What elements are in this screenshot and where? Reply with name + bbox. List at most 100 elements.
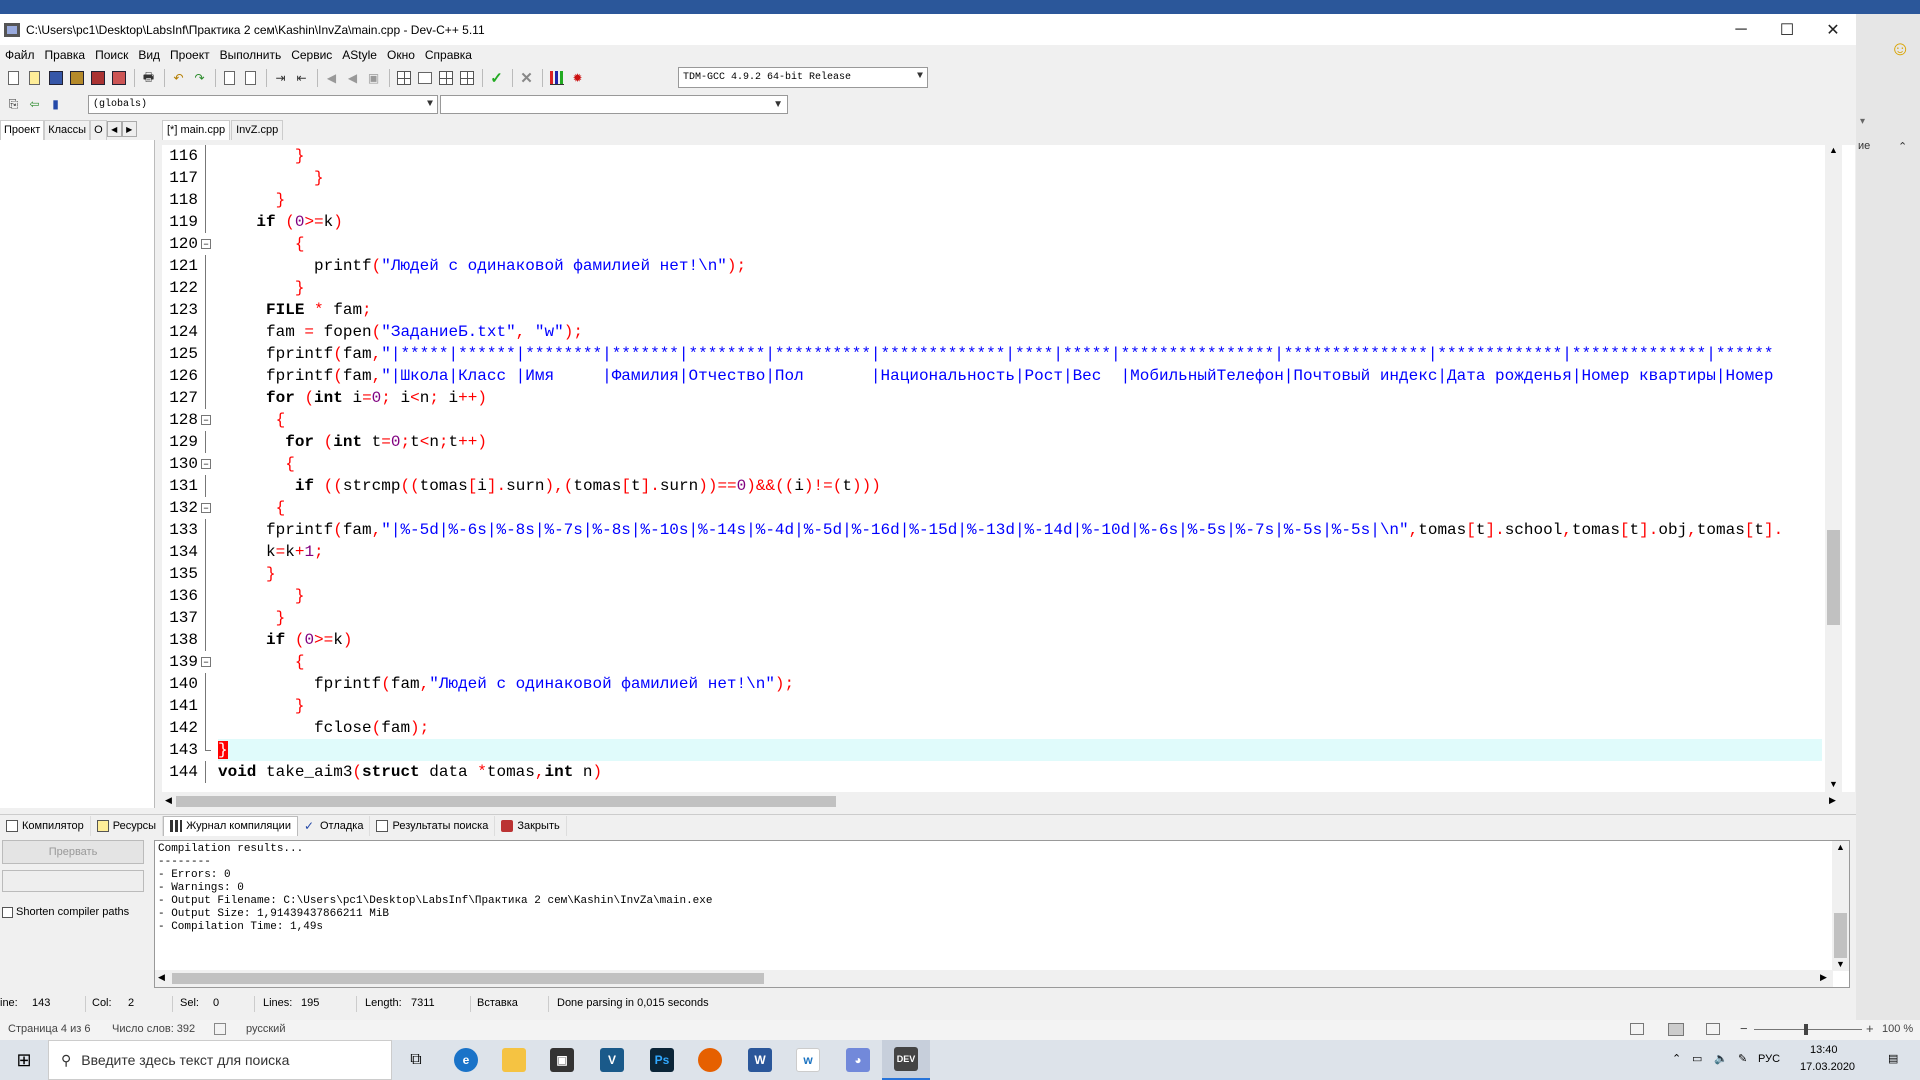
scroll-thumb[interactable]	[176, 796, 836, 807]
code-line[interactable]: fprintf(fam,"|Школа|Класс |Имя |Фамилия|…	[218, 365, 1773, 387]
redo-icon[interactable]: ↷	[190, 69, 209, 88]
zoom-slider[interactable]	[1754, 1029, 1862, 1030]
code-line[interactable]: printf("Людей с одинаковой фамилией нет!…	[218, 255, 746, 277]
menu-edit[interactable]: Правка	[40, 48, 91, 62]
smiley-icon[interactable]: ☺	[1890, 38, 1910, 61]
tab-close[interactable]: Закрыть	[495, 815, 567, 836]
menu-execute[interactable]: Выполнить	[215, 48, 287, 62]
log-horizontal-scrollbar[interactable]: ◀ ▶	[155, 970, 1833, 987]
close-all-icon[interactable]	[109, 69, 128, 88]
code-line[interactable]: {	[218, 453, 295, 475]
indent-icon[interactable]: ⇥	[271, 69, 290, 88]
zoom-level[interactable]: 100 %	[1882, 1023, 1913, 1035]
code-line[interactable]: {	[218, 233, 305, 255]
code-line[interactable]: }	[218, 167, 324, 189]
scroll-right-icon[interactable]: ▶	[1820, 972, 1827, 983]
zoom-slider-thumb[interactable]	[1804, 1024, 1808, 1035]
scroll-thumb[interactable]	[1827, 530, 1840, 625]
scroll-down-icon[interactable]: ▼	[1836, 959, 1845, 969]
scope-select[interactable]: (globals) ▼	[88, 95, 438, 114]
file-explorer-icon[interactable]	[490, 1040, 538, 1080]
tray-chevron-up-icon[interactable]: ⌃	[1672, 1052, 1681, 1065]
discord-icon[interactable]: ◕	[834, 1040, 882, 1080]
code-line[interactable]: fam = fopen("ЗаданиеБ.txt", "w");	[218, 321, 583, 343]
code-line[interactable]: if (0>=k)	[218, 629, 352, 651]
edge-browser-icon[interactable]: e	[442, 1040, 490, 1080]
clock-time[interactable]: 13:40	[1810, 1044, 1838, 1056]
shorten-paths-checkbox[interactable]: Shorten compiler paths	[2, 906, 129, 918]
tab-debug-bottom[interactable]: ✓ Отладка	[298, 815, 371, 836]
log-vertical-scrollbar[interactable]: ▲ ▼	[1832, 841, 1849, 971]
code-line[interactable]: }	[218, 145, 305, 167]
fold-toggle-icon[interactable]: −	[201, 415, 211, 425]
tab-invz-cpp[interactable]: InvZ.cpp	[231, 120, 284, 140]
code-line[interactable]: for (int t=0;t<n;t++)	[218, 431, 487, 453]
menu-tools[interactable]: Сервис	[286, 48, 337, 62]
code-line[interactable]: }	[218, 585, 305, 607]
save-all-icon[interactable]	[67, 69, 86, 88]
photoshop-icon[interactable]: Ps	[638, 1040, 686, 1080]
devcpp-taskbar-icon[interactable]: DEV	[882, 1040, 930, 1080]
code-line[interactable]: fprintf(fam,"Людей с одинаковой фамилией…	[218, 673, 794, 695]
volume-icon[interactable]: 🔈	[1714, 1052, 1728, 1065]
undo-icon[interactable]: ↶	[169, 69, 188, 88]
rebuild-icon[interactable]	[457, 69, 476, 88]
tab-compile-log[interactable]: Журнал компиляции	[163, 815, 298, 836]
forward-icon[interactable]: ◀	[343, 69, 362, 88]
tab-search-results[interactable]: Результаты поиска	[370, 815, 496, 836]
fold-toggle-icon[interactable]: −	[201, 657, 211, 667]
insert-icon[interactable]: ⎘	[4, 95, 23, 114]
editor-horizontal-scrollbar[interactable]: ◀ ▶	[162, 793, 1842, 810]
pen-icon[interactable]: ✎	[1738, 1052, 1747, 1065]
proofing-icon[interactable]	[214, 1023, 226, 1035]
compile-icon[interactable]	[394, 69, 413, 88]
fold-toggle-icon[interactable]: −	[201, 503, 211, 513]
menu-project[interactable]: Проект	[165, 48, 215, 62]
scroll-thumb[interactable]	[1834, 913, 1847, 958]
menu-help[interactable]: Справка	[420, 48, 477, 62]
collapse-ribbon-icon[interactable]: ⌃	[1898, 140, 1907, 153]
menu-search[interactable]: Поиск	[90, 48, 133, 62]
new-file-icon[interactable]	[4, 69, 23, 88]
close-button[interactable]: ✕	[1810, 14, 1856, 45]
profile-chart-icon[interactable]	[547, 69, 566, 88]
code-line-current[interactable]: }	[218, 739, 1822, 761]
tab-scroll-left-icon[interactable]: ◀	[106, 121, 122, 137]
firefox-icon[interactable]	[686, 1040, 734, 1080]
unindent-icon[interactable]: ⇤	[292, 69, 311, 88]
code-line[interactable]: }	[218, 695, 305, 717]
tab-project[interactable]: Проект	[0, 120, 45, 140]
code-line[interactable]: FILE * fam;	[218, 299, 372, 321]
read-mode-icon[interactable]	[1630, 1023, 1644, 1035]
compiler-select[interactable]: TDM-GCC 4.9.2 64-bit Release ▼	[678, 67, 928, 88]
windows-start-icon[interactable]: ⊞	[0, 1040, 48, 1080]
visual-studio-icon[interactable]: V	[588, 1040, 636, 1080]
code-line[interactable]: {	[218, 409, 286, 431]
scroll-left-icon[interactable]: ◀	[158, 972, 165, 983]
word-dropdown-icon[interactable]: ▾	[1860, 116, 1865, 127]
scroll-right-icon[interactable]: ▶	[1829, 795, 1836, 806]
print-layout-icon[interactable]	[1668, 1023, 1684, 1036]
menu-file[interactable]: Файл	[0, 48, 40, 62]
stop-compile-button[interactable]: Прервать	[2, 840, 144, 864]
debug-bug-icon[interactable]: ✹	[568, 69, 587, 88]
code-line[interactable]: {	[218, 651, 305, 673]
code-line[interactable]: void take_aim3(struct data *tomas,int n)	[218, 761, 602, 783]
clock-date[interactable]: 17.03.2020	[1800, 1061, 1855, 1073]
compile-run-icon[interactable]	[436, 69, 455, 88]
check-syntax-icon[interactable]: ✓	[487, 69, 506, 88]
code-line[interactable]: fprintf(fam,"|%-5d|%-6s|%-8s|%-7s|%-8s|%…	[218, 519, 1783, 541]
network-icon[interactable]: ▭	[1692, 1052, 1702, 1065]
compile-log[interactable]: Compilation results... -------- - Errors…	[154, 840, 1850, 988]
code-line[interactable]: }	[218, 607, 286, 629]
task-view-icon[interactable]: ⧉	[392, 1040, 440, 1080]
code-line[interactable]: for (int i=0; i<n; i++)	[218, 387, 487, 409]
code-area[interactable]: } } } if (0>=k) { printf("Людей с одинак…	[218, 145, 1822, 792]
tab-classes[interactable]: Классы	[44, 120, 91, 140]
toggle-bookmark-icon[interactable]: ▮	[46, 95, 65, 114]
fold-toggle-icon[interactable]: −	[201, 239, 211, 249]
scroll-left-icon[interactable]: ◀	[165, 795, 172, 806]
code-line[interactable]: }	[218, 189, 286, 211]
replace-icon[interactable]	[241, 69, 260, 88]
code-line[interactable]: fclose(fam);	[218, 717, 429, 739]
